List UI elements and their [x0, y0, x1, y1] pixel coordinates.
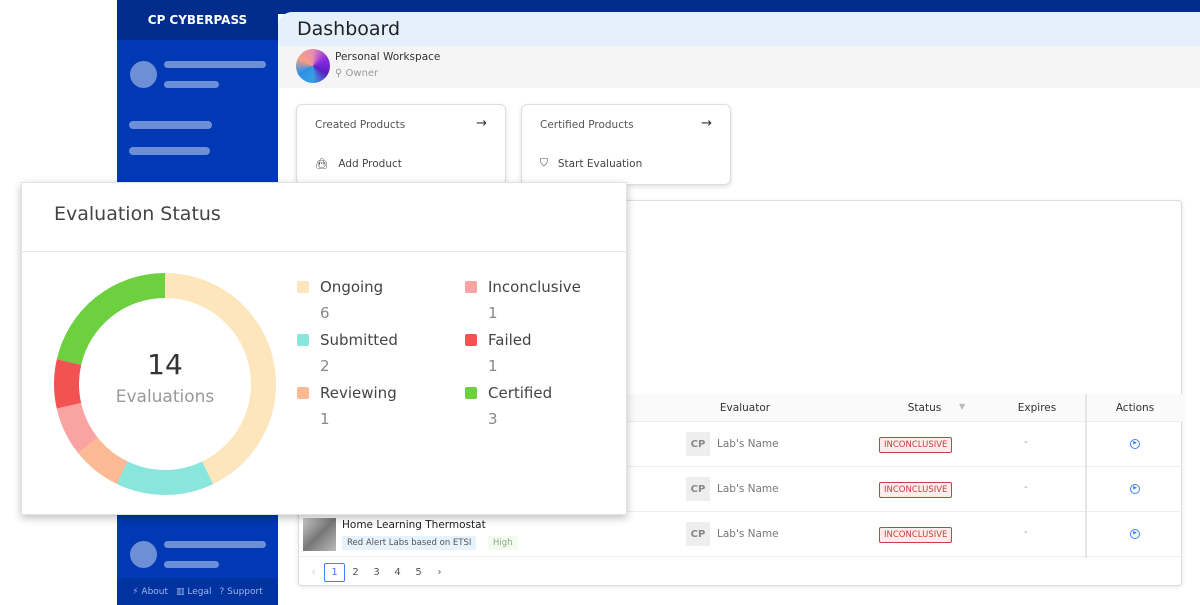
legend-swatch — [297, 281, 309, 293]
sidebar-footer: ⚡ About ▥ Legal ? Support — [117, 578, 278, 605]
filter-icon[interactable]: ▼ — [959, 402, 965, 411]
play-circle-icon[interactable]: ▶ — [1130, 439, 1140, 449]
status-badge: INCONCLUSIVE — [879, 437, 953, 453]
legend-label[interactable]: Ongoing — [320, 278, 383, 296]
page-5[interactable]: 5 — [408, 563, 429, 582]
card-title: Evaluation Status — [54, 203, 221, 225]
workspace-role: ⚲ Owner — [335, 68, 378, 79]
scheme-tag: Red Alert Labs based on ETSI — [342, 536, 477, 550]
card-title: Created Products — [315, 119, 406, 131]
cyberpass-logo-icon: CP — [147, 13, 166, 27]
legend-value: 6 — [320, 304, 330, 322]
expires-value: - — [1024, 527, 1028, 538]
nav-placeholder[interactable] — [129, 147, 210, 155]
legend-value: 1 — [488, 304, 498, 322]
expires-value: - — [1024, 482, 1028, 493]
prev-page-icon[interactable]: ‹ — [303, 563, 324, 582]
legend-swatch — [465, 334, 477, 346]
card-title: Certified Products — [540, 119, 634, 131]
status-badge: INCONCLUSIVE — [879, 482, 953, 498]
action-label: Start Evaluation — [557, 157, 643, 170]
user-icon: ⚲ — [335, 68, 346, 79]
legend-value: 2 — [320, 357, 330, 375]
add-product-button[interactable]: 👜︎ Add Product — [315, 157, 402, 171]
evaluator-name: Lab's Name — [717, 483, 779, 495]
page-1[interactable]: 1 — [324, 563, 345, 582]
evaluator-cell: CP Lab's Name — [686, 522, 779, 546]
level-tag: High — [488, 536, 518, 550]
start-evaluation-button[interactable]: ⛉ Start Evaluation — [540, 157, 642, 170]
next-page-icon[interactable]: › — [429, 563, 450, 582]
lab-logo-icon: CP — [686, 522, 710, 546]
legend-value: 3 — [488, 410, 498, 428]
play-circle-icon[interactable]: ▶ — [1130, 484, 1140, 494]
legend-swatch — [465, 281, 477, 293]
legend-label[interactable]: Reviewing — [320, 384, 397, 402]
divider — [22, 251, 626, 252]
column-expires[interactable]: Expires — [987, 402, 1087, 414]
arrow-right-icon[interactable]: → — [701, 116, 712, 131]
role-label: Owner — [345, 68, 379, 79]
legend-label[interactable]: Failed — [488, 331, 532, 349]
legend-label[interactable]: Certified — [488, 384, 552, 402]
donut-center: 14 Evaluations — [65, 348, 265, 407]
legal-link[interactable]: ▥ Legal — [176, 587, 212, 597]
total-count: 14 — [147, 348, 183, 381]
lab-logo-icon: CP — [686, 477, 710, 501]
legend-value: 1 — [488, 357, 498, 375]
support-link[interactable]: ? Support — [220, 587, 263, 597]
placeholder-bar — [164, 81, 219, 88]
page-title: Dashboard — [278, 12, 1200, 46]
user-avatar-placeholder — [130, 61, 157, 88]
total-label: Evaluations — [115, 387, 215, 407]
workspace-avatar — [296, 49, 330, 83]
nav-placeholder[interactable] — [129, 121, 212, 129]
evaluator-cell: CP Lab's Name — [686, 477, 779, 501]
legend-swatch — [465, 387, 477, 399]
workspace-name: Personal Workspace — [335, 51, 441, 63]
action-label: Add Product — [338, 157, 402, 170]
page-3[interactable]: 3 — [366, 563, 387, 582]
created-products-card[interactable]: Created Products → 👜︎ Add Product — [296, 104, 506, 185]
evaluator-name: Lab's Name — [717, 438, 779, 450]
certified-products-card[interactable]: Certified Products → ⛉ Start Evaluation — [521, 104, 731, 185]
legend-swatch — [297, 387, 309, 399]
play-circle-icon[interactable]: ▶ — [1130, 529, 1140, 539]
placeholder-bar — [164, 541, 266, 548]
expires-value: - — [1024, 437, 1028, 448]
evaluator-name: Lab's Name — [717, 528, 779, 540]
legend-value: 1 — [320, 410, 330, 428]
evaluator-cell: CP Lab's Name — [686, 432, 779, 456]
product-thumbnail — [303, 518, 336, 551]
product-name[interactable]: Home Learning Thermostat — [342, 519, 486, 531]
shield-check-icon: ⛉ — [540, 157, 548, 169]
about-link[interactable]: ⚡ About — [132, 587, 168, 597]
table-row[interactable]: Home Learning Thermostat Red Alert Labs … — [299, 512, 1183, 557]
actions-divider — [1085, 394, 1087, 558]
page-4[interactable]: 4 — [387, 563, 408, 582]
brand-logo[interactable]: CP CYBERPASS — [117, 0, 278, 40]
legend-label[interactable]: Inconclusive — [488, 278, 581, 296]
pagination: ‹ 1 2 3 4 5 › — [303, 563, 450, 582]
legend-label[interactable]: Submitted — [320, 331, 398, 349]
user-avatar-placeholder — [130, 541, 157, 568]
placeholder-bar — [164, 61, 266, 68]
column-evaluator[interactable]: Evaluator — [628, 402, 862, 414]
legend-swatch — [297, 334, 309, 346]
page-2[interactable]: 2 — [345, 563, 366, 582]
arrow-right-icon[interactable]: → — [476, 116, 487, 131]
lab-logo-icon: CP — [686, 432, 710, 456]
column-status[interactable]: Status — [862, 402, 987, 414]
column-actions: Actions — [1115, 402, 1155, 414]
status-badge: INCONCLUSIVE — [879, 527, 953, 543]
placeholder-bar — [164, 561, 219, 568]
workspace-bar[interactable]: Personal Workspace ⚲ Owner — [278, 46, 1200, 88]
evaluation-status-card: Evaluation Status 14 Evaluations Ongoing… — [21, 182, 627, 515]
shopping-bag-icon: 👜︎ — [315, 158, 329, 170]
